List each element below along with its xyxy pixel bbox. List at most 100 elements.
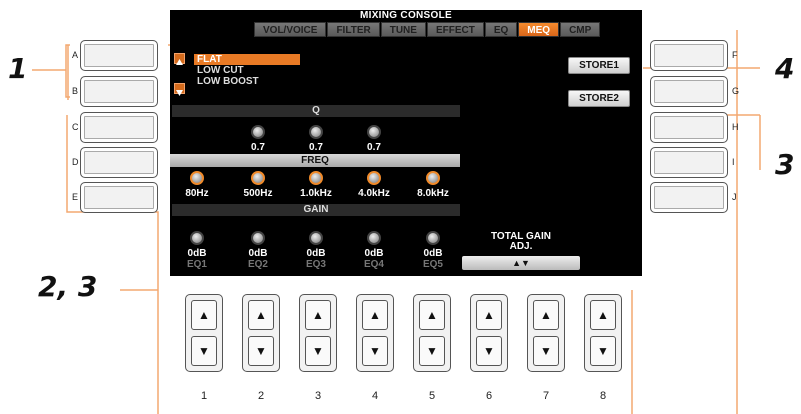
preset-item-low-cut[interactable]: LOW CUT xyxy=(194,65,300,76)
up-arrow-icon[interactable]: ▲ xyxy=(248,300,274,330)
tab-cmp[interactable]: CMP xyxy=(560,22,601,37)
bottom-button-number-2: 2 xyxy=(257,390,265,402)
side-button-b[interactable] xyxy=(80,76,158,107)
down-arrow-icon[interactable]: ▼ xyxy=(476,336,502,366)
down-arrow-icon[interactable]: ▼ xyxy=(305,336,331,366)
bottom-button-5[interactable]: ▲ ▼ xyxy=(413,294,451,372)
side-button-f[interactable] xyxy=(650,40,728,71)
bottom-button-3[interactable]: ▲ ▼ xyxy=(299,294,337,372)
tab-meq[interactable]: MEQ xyxy=(518,22,560,37)
gain-knob-5[interactable] xyxy=(426,231,440,245)
side-button-h-label: H xyxy=(732,122,739,132)
tab-bar: VOL/VOICE FILTER TUNE EFFECT EQ MEQ CMP xyxy=(254,22,601,37)
down-arrow-icon[interactable]: ▼ xyxy=(191,336,217,366)
callout-3: 3 xyxy=(775,148,795,181)
store2-button[interactable]: STORE2 xyxy=(568,90,630,107)
up-arrow-icon[interactable]: ▲ xyxy=(476,300,502,330)
bottom-button-number-7: 7 xyxy=(542,390,550,402)
gain-knob-2[interactable] xyxy=(251,231,265,245)
scroll-up-icon[interactable] xyxy=(174,53,185,65)
down-arrow-icon[interactable]: ▼ xyxy=(362,336,388,366)
bottom-button-7[interactable]: ▲ ▼ xyxy=(527,294,565,372)
side-button-e-label: E xyxy=(72,192,79,202)
eq-label-1: EQ1 xyxy=(186,259,207,270)
bottom-button-1[interactable]: ▲ ▼ xyxy=(185,294,223,372)
side-button-j[interactable] xyxy=(650,182,728,213)
up-arrow-icon[interactable]: ▲ xyxy=(191,300,217,330)
down-arrow-icon[interactable]: ▼ xyxy=(419,336,445,366)
up-arrow-icon[interactable]: ▲ xyxy=(590,300,616,330)
side-button-i[interactable] xyxy=(650,147,728,178)
freq-knob-1[interactable] xyxy=(190,171,204,185)
freq-knob-2[interactable] xyxy=(251,171,265,185)
gain-knob-3[interactable] xyxy=(309,231,323,245)
q-value-2: 0.7 xyxy=(251,142,265,153)
bottom-button-8[interactable]: ▲ ▼ xyxy=(584,294,622,372)
bottom-button-number-4: 4 xyxy=(371,390,379,402)
lcd-screen: MIXING CONSOLE VOL/VOICE FILTER TUNE EFF… xyxy=(170,10,642,276)
side-button-j-label: J xyxy=(732,192,737,202)
side-button-e[interactable] xyxy=(80,182,158,213)
side-button-d[interactable] xyxy=(80,147,158,178)
freq-knob-5[interactable] xyxy=(426,171,440,185)
bottom-button-number-8: 8 xyxy=(599,390,607,402)
bottom-button-number-5: 5 xyxy=(428,390,436,402)
gain-value-2: 0dB xyxy=(248,248,268,259)
side-button-d-label: D xyxy=(72,157,79,167)
q-section-header: Q xyxy=(172,105,460,117)
tab-effect[interactable]: EFFECT xyxy=(426,22,484,37)
side-button-c[interactable] xyxy=(80,112,158,143)
preset-item-flat[interactable]: FLAT xyxy=(194,54,300,65)
side-button-c-label: C xyxy=(72,122,79,132)
bottom-button-2[interactable]: ▲ ▼ xyxy=(242,294,280,372)
gain-value-4: 0dB xyxy=(364,248,384,259)
bottom-button-4[interactable]: ▲ ▼ xyxy=(356,294,394,372)
eq-label-2: EQ2 xyxy=(247,259,268,270)
scroll-down-icon[interactable] xyxy=(174,83,185,96)
gain-knob-1[interactable] xyxy=(190,231,204,245)
store1-button[interactable]: STORE1 xyxy=(568,57,630,74)
total-gain-adjust-button[interactable]: ▲▼ xyxy=(462,256,580,270)
bottom-button-number-6: 6 xyxy=(485,390,493,402)
freq-value-4: 4.0kHz xyxy=(358,188,390,199)
q-knob-2[interactable] xyxy=(251,125,265,139)
preset-item-low-boost[interactable]: LOW BOOST xyxy=(194,76,300,87)
screen-title: MIXING CONSOLE xyxy=(360,10,452,21)
up-arrow-icon[interactable]: ▲ xyxy=(362,300,388,330)
freq-value-3: 1.0kHz xyxy=(300,188,332,199)
eq-label-3: EQ3 xyxy=(305,259,326,270)
side-button-f-label: F xyxy=(732,50,738,60)
preset-menu: FLAT LOW CUT LOW BOOST xyxy=(194,54,300,87)
gain-value-5: 0dB xyxy=(423,248,443,259)
side-button-g[interactable] xyxy=(650,76,728,107)
up-arrow-icon[interactable]: ▲ xyxy=(305,300,331,330)
bottom-button-6[interactable]: ▲ ▼ xyxy=(470,294,508,372)
q-value-3: 0.7 xyxy=(309,142,323,153)
gain-value-1: 0dB xyxy=(187,248,207,259)
tab-tune[interactable]: TUNE xyxy=(380,22,426,37)
q-knob-4[interactable] xyxy=(367,125,381,139)
tab-vol-voice[interactable]: VOL/VOICE xyxy=(254,22,327,37)
q-knob-3[interactable] xyxy=(309,125,323,139)
callout-2-3: 2, 3 xyxy=(38,270,98,303)
eq-label-5: EQ5 xyxy=(422,259,443,270)
eq-label-4: EQ4 xyxy=(363,259,384,270)
down-arrow-icon[interactable]: ▼ xyxy=(248,336,274,366)
freq-knob-4[interactable] xyxy=(367,171,381,185)
up-arrow-icon[interactable]: ▲ xyxy=(419,300,445,330)
tab-filter[interactable]: FILTER xyxy=(327,22,380,37)
freq-value-1: 80Hz xyxy=(185,188,209,199)
tab-eq[interactable]: EQ xyxy=(484,22,518,37)
side-button-a[interactable] xyxy=(80,40,158,71)
callout-1: 1 xyxy=(8,52,28,85)
freq-knob-3[interactable] xyxy=(309,171,323,185)
gain-knob-4[interactable] xyxy=(367,231,381,245)
gain-section-header: GAIN xyxy=(172,204,460,216)
down-arrow-icon[interactable]: ▼ xyxy=(590,336,616,366)
up-arrow-icon[interactable]: ▲ xyxy=(533,300,559,330)
down-arrow-icon[interactable]: ▼ xyxy=(533,336,559,366)
side-button-g-label: G xyxy=(732,86,740,96)
bottom-button-number-3: 3 xyxy=(314,390,322,402)
side-button-h[interactable] xyxy=(650,112,728,143)
total-gain-line2: ADJ. xyxy=(509,241,533,252)
